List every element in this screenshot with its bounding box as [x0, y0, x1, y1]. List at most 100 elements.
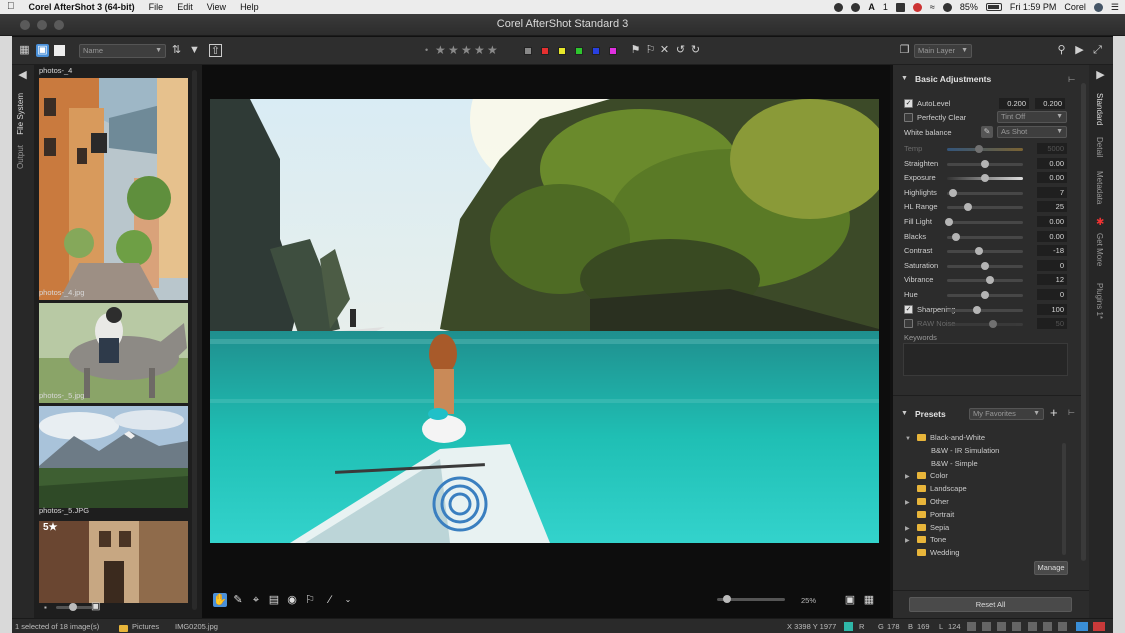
batch-icon[interactable]: [1043, 622, 1052, 631]
thumbnail-image[interactable]: [39, 303, 188, 403]
sharpening-value[interactable]: 100: [1037, 304, 1067, 315]
temp-slider[interactable]: [947, 145, 1023, 153]
print-icon[interactable]: [1076, 622, 1088, 631]
rating-star-4[interactable]: ★: [474, 43, 485, 57]
rotate-left-icon[interactable]: ↺: [674, 44, 687, 57]
saturation-slider[interactable]: [947, 262, 1023, 270]
sort-select[interactable]: Name ▼: [79, 44, 166, 58]
preset-item[interactable]: ▶ Tone: [905, 535, 946, 544]
clock[interactable]: Fri 1:59 PM: [1010, 2, 1057, 12]
single-view-icon[interactable]: ▣: [36, 44, 49, 57]
slideshow-icon[interactable]: ▶: [1073, 44, 1086, 57]
histogram-icon[interactable]: [1012, 622, 1021, 631]
sharpening-slider[interactable]: [947, 306, 1023, 314]
panel-scrollbar[interactable]: [1081, 83, 1086, 561]
collapsed-triangle-icon[interactable]: ▶: [905, 525, 917, 532]
menu-app-name[interactable]: Corel AfterShot 3 (64-bit): [22, 0, 142, 14]
main-photo[interactable]: [210, 99, 879, 543]
preset-item[interactable]: Wedding: [905, 548, 959, 557]
compare-view-icon[interactable]: [54, 45, 65, 56]
crop-tool-icon[interactable]: ⌖: [249, 593, 263, 607]
sharpening-slider-knob[interactable]: [973, 306, 982, 314]
region-tool-icon[interactable]: ⚐: [303, 593, 317, 607]
flag-pick-icon[interactable]: ⚑: [629, 44, 642, 57]
saturation-slider-knob[interactable]: [981, 262, 989, 270]
straighten-slider[interactable]: [947, 160, 1023, 168]
expanded-triangle-icon[interactable]: ▼: [905, 436, 917, 442]
adobe-icon[interactable]: A: [868, 2, 875, 12]
menu-view[interactable]: View: [200, 0, 233, 14]
menu-edit[interactable]: Edit: [170, 0, 200, 14]
preset-item[interactable]: B&W - IR Simulation: [931, 446, 999, 455]
apple-icon[interactable]: : [0, 0, 22, 14]
thumbnail-image[interactable]: [39, 78, 188, 300]
thumbnail-scrollbar[interactable]: [192, 70, 197, 610]
temp-value[interactable]: 5000: [1037, 143, 1067, 154]
rating-star-1[interactable]: ★: [435, 43, 446, 57]
search-icon[interactable]: ⚲: [1055, 44, 1068, 57]
zoom-slider-knob[interactable]: [723, 595, 731, 603]
no-rating-dot[interactable]: •: [425, 45, 428, 55]
highlights-slider-knob[interactable]: [949, 189, 958, 197]
preset-item[interactable]: ▼ Black-and-White: [905, 433, 985, 442]
highlights-value[interactable]: 7: [1037, 187, 1067, 198]
favorites-select[interactable]: My Favorites ▼: [969, 408, 1044, 420]
thumbnail-image[interactable]: [39, 406, 188, 508]
volume-icon[interactable]: [942, 2, 952, 12]
straighten-value[interactable]: 0.00: [1037, 158, 1067, 169]
highlights-slider[interactable]: [947, 189, 1023, 197]
siri-icon[interactable]: [1093, 2, 1103, 12]
info-icon[interactable]: [997, 622, 1006, 631]
manage-button[interactable]: Manage: [1034, 561, 1068, 575]
grid-view-icon[interactable]: ▦: [18, 44, 31, 57]
raw-noise-slider[interactable]: [947, 320, 1023, 328]
tint-select[interactable]: Tint Off ▼: [997, 111, 1067, 123]
autolevel-high-field[interactable]: 0.200: [1035, 98, 1065, 109]
hand-tool-icon[interactable]: ✋: [213, 593, 227, 607]
exposure-value[interactable]: 0.00: [1037, 172, 1067, 183]
tab-detail[interactable]: Detail: [1095, 137, 1104, 157]
user-name[interactable]: Corel: [1064, 2, 1086, 12]
basic-adjustments-header[interactable]: ▼ Basic Adjustments ⊢: [893, 70, 1081, 88]
sharpening-checkbox[interactable]: ✓: [904, 305, 913, 314]
folder-name[interactable]: Pictures: [132, 622, 159, 631]
preset-item[interactable]: ▶ Color: [905, 471, 948, 480]
hue-value[interactable]: 0: [1037, 289, 1067, 300]
sort-order-icon[interactable]: ⇅: [170, 44, 183, 57]
blacks-slider-knob[interactable]: [952, 233, 961, 241]
autolevel-low-field[interactable]: 0.200: [999, 98, 1029, 109]
raw-noise-value[interactable]: 50: [1037, 318, 1067, 329]
queue-icon[interactable]: [1058, 622, 1067, 631]
hue-slider-knob[interactable]: [981, 291, 989, 299]
wifi-icon[interactable]: ≈: [930, 2, 935, 12]
collapsed-triangle-icon[interactable]: ▶: [905, 499, 917, 506]
tab-get-more[interactable]: Get More: [1095, 233, 1104, 266]
keywords-field[interactable]: [903, 343, 1068, 376]
color-label-magenta[interactable]: [609, 47, 617, 55]
preset-item[interactable]: Landscape: [905, 484, 967, 493]
vibrance-value[interactable]: 12: [1037, 274, 1067, 285]
pin-icon[interactable]: ⊢: [1068, 408, 1075, 417]
contrast-slider[interactable]: [947, 247, 1023, 255]
collapse-right-icon[interactable]: ▶: [1094, 69, 1107, 82]
blacks-value[interactable]: 0.00: [1037, 231, 1067, 242]
rating-star-3[interactable]: ★: [461, 43, 472, 57]
chevron-down-icon[interactable]: ⌄: [341, 593, 355, 607]
pin-icon[interactable]: ⊢: [1068, 70, 1075, 88]
clipping-icon[interactable]: [1028, 622, 1037, 631]
large-thumbs-icon[interactable]: ▣: [91, 601, 100, 612]
contrast-value[interactable]: -18: [1037, 245, 1067, 256]
preset-item[interactable]: Portrait: [905, 510, 954, 519]
upload-icon[interactable]: [1093, 622, 1105, 631]
layer-select[interactable]: Main Layer ▼: [914, 44, 972, 58]
thumbnail-size-knob[interactable]: [69, 603, 77, 611]
screen-icon[interactable]: [895, 2, 905, 12]
redeye-tool-icon[interactable]: ◉: [285, 593, 299, 607]
straighten-slider-knob[interactable]: [981, 160, 989, 168]
rating-star-5[interactable]: ★: [487, 43, 498, 57]
monitor-icon[interactable]: [982, 622, 991, 631]
color-label-gray[interactable]: [524, 47, 532, 55]
remove-flag-icon[interactable]: ✕: [658, 44, 671, 57]
presets-scrollbar[interactable]: [1062, 443, 1066, 555]
raw-noise-slider-knob[interactable]: [988, 320, 997, 328]
